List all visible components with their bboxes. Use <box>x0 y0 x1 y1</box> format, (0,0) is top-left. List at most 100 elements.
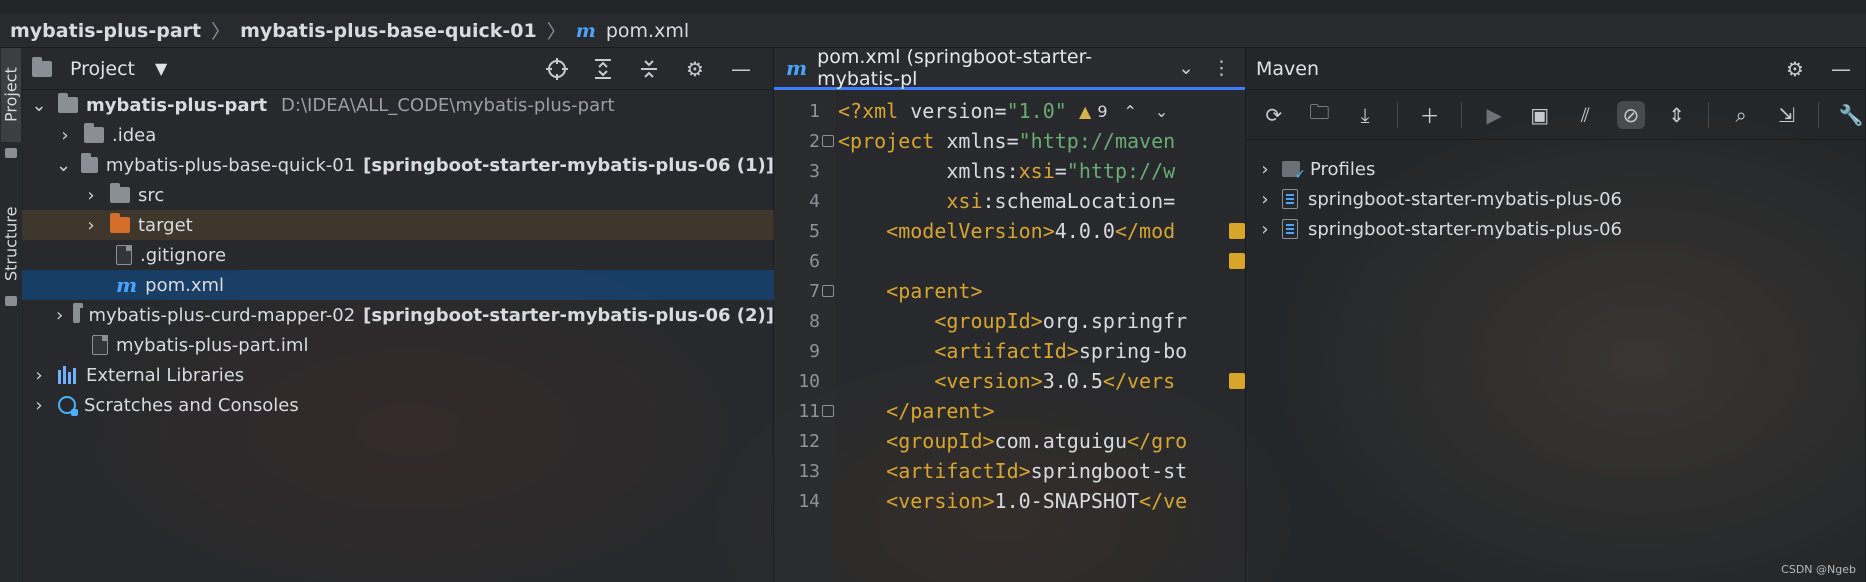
download-icon[interactable]: ⤓ <box>1351 101 1379 129</box>
tree-item-external-libraries[interactable]: › External Libraries <box>22 360 774 390</box>
chevron-down-icon[interactable]: ⌄ <box>30 95 48 116</box>
code-area[interactable]: <?xml version= "1.0" <project xmlns= "http:… <box>836 90 1246 582</box>
wrench-icon[interactable]: 🔧 <box>1837 101 1865 129</box>
breadcrumb-item-module[interactable]: mybatis-plus-base-quick-01 <box>240 20 537 42</box>
breadcrumb-item-root[interactable]: mybatis-plus-part <box>10 20 201 42</box>
tree-item-label: mybatis-plus-curd-mapper-02 <box>88 304 356 326</box>
show-dependencies-icon[interactable]: ⇲ <box>1773 101 1801 129</box>
tree-item-suffix: [springboot-starter-mybatis-plus-06 (2)] <box>363 304 774 326</box>
code-line[interactable]: <artifactId> spring-bo <box>836 336 1187 366</box>
toggle-offline-icon[interactable]: ⫽ <box>1572 101 1600 129</box>
code-token: com.atguigu <box>994 429 1127 453</box>
module-folder-icon <box>81 153 98 173</box>
code-line[interactable]: <project xmlns= "http://maven <box>836 126 1175 156</box>
tree-item-iml[interactable]: mybatis-plus-part.iml <box>22 330 774 360</box>
line-number: 10 <box>798 370 820 392</box>
hide-panel-icon[interactable]: — <box>1827 55 1855 83</box>
code-line[interactable] <box>836 246 838 276</box>
chevron-right-icon[interactable]: › <box>82 215 100 236</box>
maven-item-project-2[interactable]: › springboot-starter-mybatis-plus-06 <box>1246 214 1866 244</box>
chevron-right-icon[interactable]: › <box>1256 159 1274 180</box>
chevron-right-icon[interactable]: › <box>1256 189 1274 210</box>
chevron-right-icon[interactable]: › <box>30 365 48 386</box>
tree-item-module-curd[interactable]: › mybatis-plus-curd-mapper-02 [springboo… <box>22 300 774 330</box>
execute-goal-icon[interactable]: ▣ <box>1526 101 1554 129</box>
tree-item-label: mybatis-plus-part.iml <box>116 334 309 356</box>
tree-item-gitignore[interactable]: .gitignore <box>22 240 774 270</box>
tree-item-module-quick[interactable]: ⌄ mybatis-plus-base-quick-01 [springboot… <box>22 150 774 180</box>
run-icon[interactable]: ▶ <box>1480 101 1508 129</box>
code-token: <groupId> <box>934 309 1043 333</box>
warning-count: 9 <box>1097 101 1108 121</box>
locate-file-icon[interactable] <box>543 55 571 83</box>
maven-item-profiles[interactable]: › Profiles <box>1246 154 1866 184</box>
maven-toolbar: ⟳ 🗀 ⤓ ＋ ▶ ▣ ⫽ ⊘ ⇕ ⌕ ⇲ 🔧 <box>1246 90 1865 140</box>
breadcrumb-item-file[interactable]: pom.xml <box>606 20 689 42</box>
code-token: <parent> <box>886 279 983 303</box>
collapse-all-icon[interactable] <box>635 55 663 83</box>
tab-project[interactable]: Project <box>1 48 21 142</box>
code-line[interactable]: xmlns: xsi = "http://w <box>836 156 1175 186</box>
code-line[interactable]: <groupId> org.springfr <box>836 306 1187 336</box>
editor-gutter: 1 2 3 4 5 6 7 8 9 10 11 12 13 14 <box>774 90 836 582</box>
code-line[interactable]: <?xml version= "1.0" <box>836 96 1067 126</box>
add-folder-icon[interactable]: 🗀 <box>1306 100 1334 129</box>
hide-panel-icon[interactable]: — <box>727 55 755 83</box>
chevron-right-icon[interactable]: › <box>1256 219 1274 240</box>
reload-icon[interactable]: ⟳ <box>1260 101 1288 129</box>
tab-structure[interactable]: Structure <box>1 198 21 290</box>
inspection-widget[interactable]: ▲ 9 ⌃ ⌄ <box>1079 100 1168 122</box>
folder-icon <box>84 123 104 143</box>
code-line[interactable]: <version> 1.0-SNAPSHOT </ve <box>836 486 1187 516</box>
code-token: <project <box>838 129 947 153</box>
add-icon[interactable]: ＋ <box>1416 101 1444 129</box>
chevron-right-icon[interactable]: › <box>56 125 74 146</box>
tree-item-scratches[interactable]: › Scratches and Consoles <box>22 390 774 420</box>
tree-item-src[interactable]: › src <box>22 180 774 210</box>
editor-panel: m pom.xml (springboot-starter-mybatis-pl… <box>774 46 1246 582</box>
code-token: <version> <box>886 489 995 513</box>
tree-item-pom[interactable]: m pom.xml <box>22 270 774 300</box>
collapse-icon[interactable]: ⇕ <box>1663 101 1691 129</box>
chevron-right-icon[interactable]: › <box>56 305 63 326</box>
skip-tests-icon[interactable]: ⊘ <box>1617 100 1645 129</box>
analyze-dependencies-icon[interactable]: ⌕ <box>1727 101 1755 129</box>
fold-marker-project[interactable] <box>822 135 834 147</box>
chevron-down-icon[interactable]: ⌄ <box>1178 57 1194 79</box>
settings-gear-icon[interactable]: ⚙ <box>1781 55 1809 83</box>
maven-item-label: springboot-starter-mybatis-plus-06 <box>1308 218 1622 240</box>
tree-item-root[interactable]: ⌄ mybatis-plus-part D:\IDEA\ALL_CODE\myb… <box>22 90 774 120</box>
code-line[interactable]: <groupId> com.atguigu </gro <box>836 426 1187 456</box>
tree-item-target[interactable]: › target <box>22 210 774 240</box>
chevron-down-icon[interactable]: ⌄ <box>56 155 71 176</box>
highlight-marker <box>1229 373 1245 389</box>
fold-marker-parent[interactable] <box>822 285 834 297</box>
code-line[interactable]: <modelVersion> 4.0.0 </mod <box>836 216 1175 246</box>
fold-marker-parent-end[interactable] <box>822 405 834 417</box>
tree-item-label: .idea <box>112 124 157 146</box>
code-line[interactable]: <parent> <box>836 276 983 306</box>
maven-item-project-1[interactable]: › springboot-starter-mybatis-plus-06 <box>1246 184 1866 214</box>
more-vertical-icon[interactable]: ⋮ <box>1212 57 1231 79</box>
code-line[interactable]: </parent> <box>836 396 994 426</box>
editor-tab-pom[interactable]: m pom.xml (springboot-starter-mybatis-pl… <box>774 46 1245 90</box>
chevron-right-icon[interactable]: › <box>82 185 100 206</box>
prev-highlight-icon[interactable]: ⌃ <box>1124 102 1137 121</box>
tree-item-idea[interactable]: › .idea <box>22 120 774 150</box>
chevron-right-icon[interactable]: › <box>30 395 48 416</box>
expand-all-icon[interactable] <box>589 55 617 83</box>
project-panel-toolbar: ⚙ — <box>543 55 755 83</box>
code-line[interactable]: xsi:schemaLocation= <box>836 186 1175 216</box>
scratches-icon <box>58 396 78 416</box>
code-line[interactable]: <artifactId> springboot-st <box>836 456 1187 486</box>
code-line[interactable]: <version> 3.0.5 </vers <box>836 366 1175 396</box>
code-token: xsi <box>1018 159 1055 183</box>
settings-gear-icon[interactable]: ⚙ <box>681 55 709 83</box>
project-view-selector[interactable]: Project ▼ <box>32 56 167 80</box>
next-highlight-icon[interactable]: ⌄ <box>1155 102 1168 121</box>
